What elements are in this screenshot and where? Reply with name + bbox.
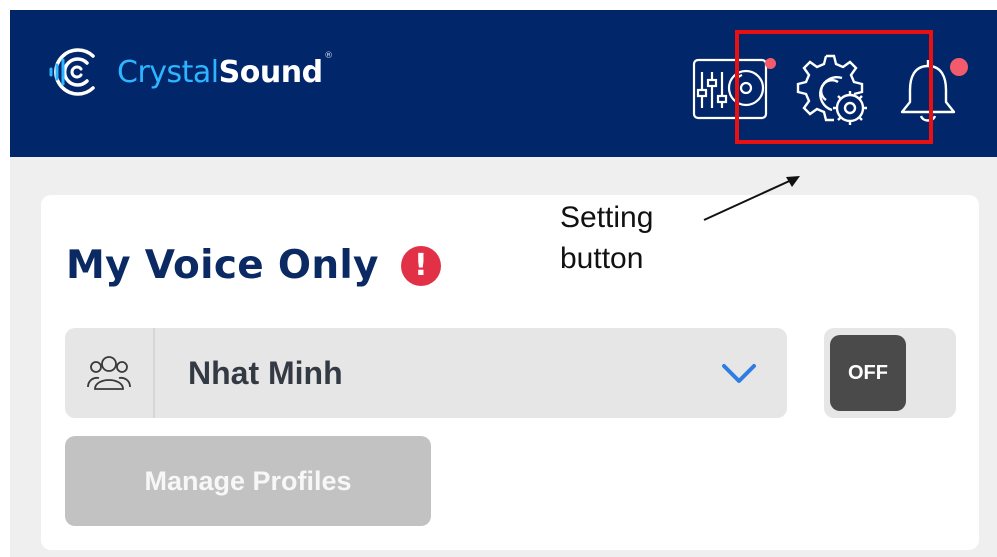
brand-name: CrystalSound ® [117,51,333,90]
annotation-line-1: Setting [560,201,654,234]
card-title: My Voice Only [66,243,379,288]
brand-sound: Sound [218,54,323,90]
left-margin [0,0,10,557]
settings-highlight-box [735,30,933,144]
profile-select[interactable]: Nhat Minh [65,328,787,418]
annotation-line-2: button [560,242,644,275]
brand-logo: CrystalSound ® [45,42,333,102]
voice-toggle[interactable]: OFF [824,328,956,418]
people-group-icon [87,356,131,390]
profile-icon-box [65,328,155,418]
app-window: CrystalSound ® My Voice Only ! Nhat Minh… [10,10,997,557]
toggle-knob: OFF [830,335,906,411]
warning-icon[interactable]: ! [400,245,441,286]
annotation-label: Setting button [560,197,653,279]
sound-wave-logo-icon [49,48,95,96]
registered-mark: ® [324,50,333,61]
selected-profile-name: Nhat Minh [188,354,343,391]
voice-card: My Voice Only ! Nhat Minh OFF Manage Pro… [41,195,979,550]
title-row: My Voice Only ! [66,243,441,288]
bell-notification-dot [950,58,968,76]
manage-profiles-button[interactable]: Manage Profiles [65,436,431,526]
chevron-down-icon [722,364,756,383]
annotation-arrow-icon [703,176,800,221]
brand-crystal: Crystal [117,54,219,90]
